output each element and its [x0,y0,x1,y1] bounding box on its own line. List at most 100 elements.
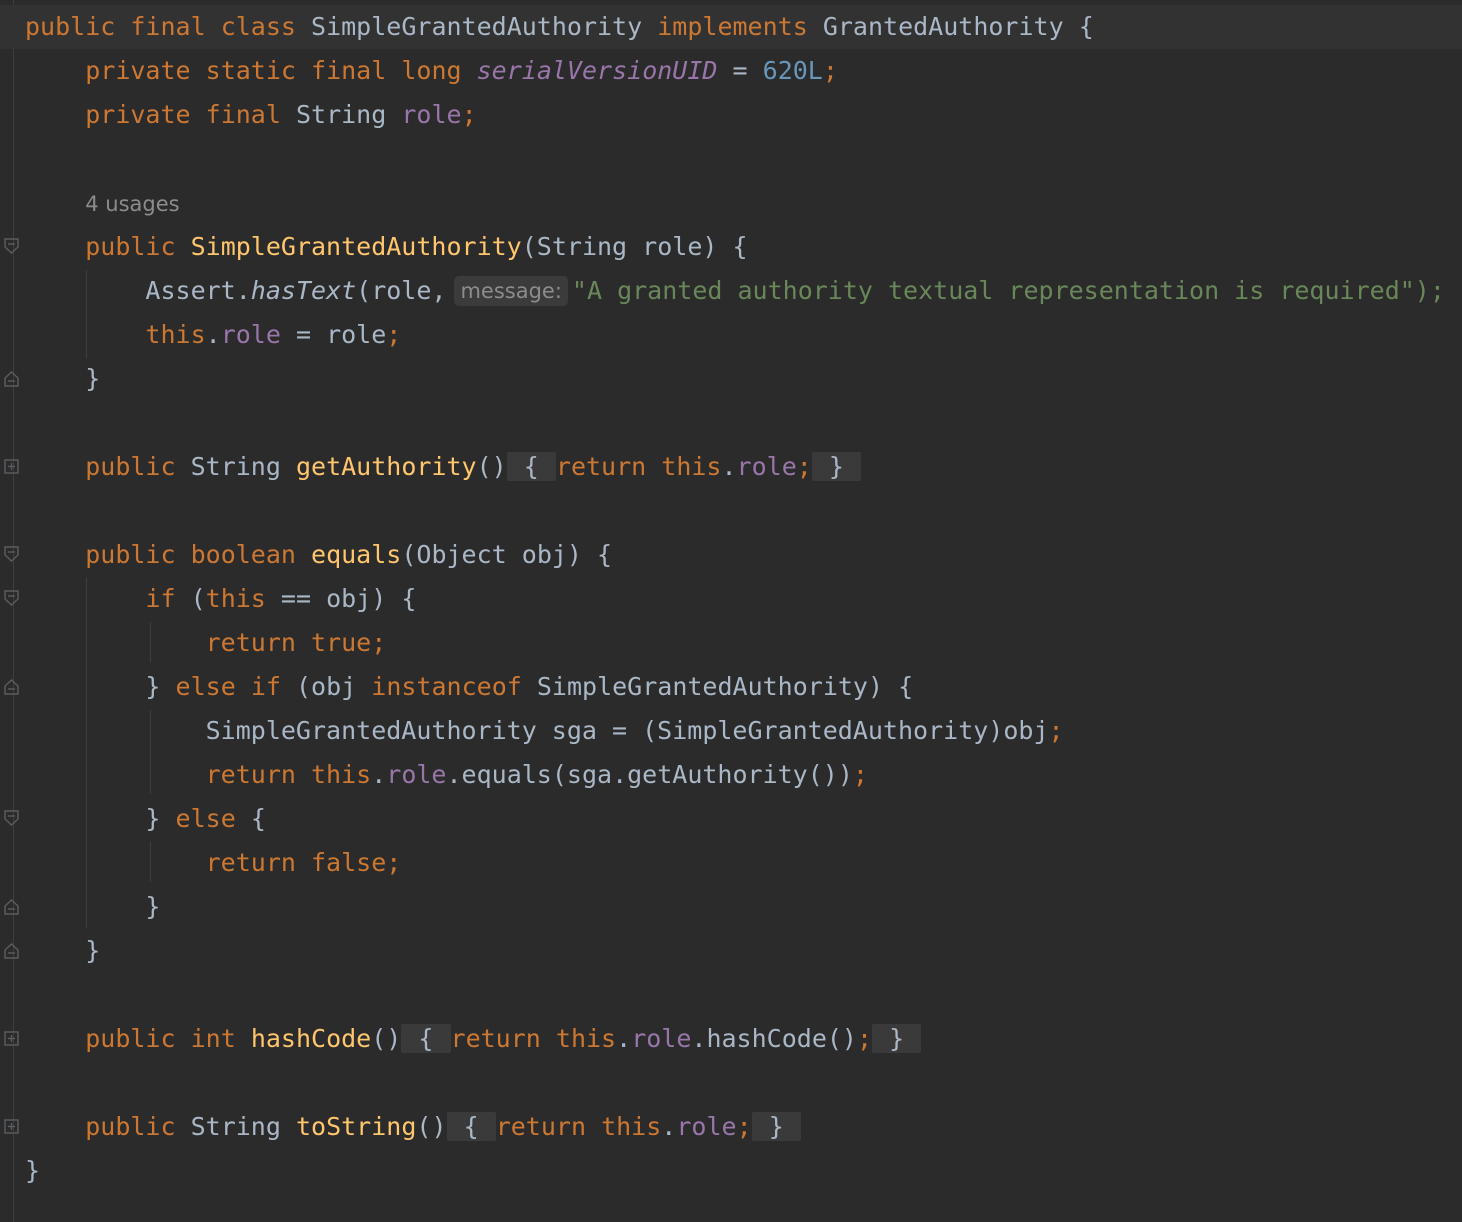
keyword: this [205,584,266,613]
fold-expand-icon[interactable] [4,458,19,475]
keyword: public [85,232,176,261]
keyword: true [311,628,372,657]
code-line[interactable]: private final String role; [0,93,476,137]
number-literal: 620L [762,56,823,85]
fold-collapse-icon[interactable] [4,590,19,607]
semicolon: ; [1048,716,1064,745]
code-line[interactable]: return this.role.equals(sga.getAuthority… [0,753,868,797]
code-line[interactable]: return true; [0,621,387,665]
code-vision-line[interactable]: 4 usages [0,181,179,225]
type-name: String [190,1112,281,1141]
semicolon: ; [822,56,838,85]
class-ref: Assert [145,276,236,305]
fold-collapse-icon[interactable] [4,546,19,563]
string-literal: "A granted authority textual representat… [571,276,1445,305]
usages-hint[interactable]: 4 usages [85,192,179,216]
keyword: false [311,848,387,877]
field-name: role [736,452,797,481]
keyword: this [145,320,206,349]
folded-region-start[interactable]: { [446,1112,496,1141]
field-name: role [220,320,281,349]
keyword: public [85,1024,176,1053]
dot: . [616,1024,632,1053]
brace: } [889,1024,905,1053]
keyword: public [85,1112,176,1141]
code-line[interactable]: private static final long serialVersionU… [0,49,838,93]
fold-collapse-icon[interactable] [4,810,19,827]
method-name: equals [311,540,402,569]
static-method-call: hasText [250,276,357,305]
statement: SimpleGrantedAuthority sga = (SimpleGran… [205,716,1049,745]
expression: SimpleGrantedAuthority) { [536,672,914,701]
keyword: return [555,452,647,481]
keyword: this [601,1112,662,1141]
folded-region-end[interactable]: } [811,452,862,481]
method-name: toString [295,1112,417,1141]
paren: ( [521,232,537,261]
dot: . [205,320,221,349]
code-editor[interactable]: public final class SimpleGrantedAuthorit… [0,0,1462,1222]
field-name: role [676,1112,737,1141]
code-line[interactable]: } [0,885,160,929]
folded-region-end[interactable]: } [872,1024,922,1053]
fold-expand-icon[interactable] [4,1118,19,1135]
brace: { [250,804,266,833]
keyword: final [130,12,206,41]
brace: { [463,1112,479,1141]
semicolon: ; [371,628,387,657]
expression: == obj) { [265,584,417,613]
code-line[interactable]: public String getAuthority() { return th… [0,445,862,489]
brace: { [523,452,539,481]
keyword: this [661,452,722,481]
code-line[interactable]: public int hashCode() { return this.role… [0,1017,922,1061]
interface-name: GrantedAuthority [822,12,1064,41]
semicolon: ; [852,760,868,789]
brace: } [828,452,844,481]
code-line[interactable]: public final class SimpleGrantedAuthorit… [0,5,1462,49]
folded-region-start[interactable]: { [506,452,556,481]
brace: } [145,672,161,701]
fold-end-icon[interactable] [4,678,19,695]
keyword: else [175,672,236,701]
semicolon: ; [386,848,402,877]
field-name: role [631,1024,692,1053]
code-line[interactable]: } [0,1149,60,1193]
code-line[interactable]: this.role = role; [0,313,401,357]
folded-region-end[interactable]: } [751,1112,801,1141]
code-line[interactable]: public boolean equals(Object obj) { [0,533,612,577]
keyword: instanceof [371,672,522,701]
fold-collapse-icon[interactable] [4,238,19,255]
semicolon: ; [856,1024,873,1053]
code-line[interactable]: } else if (obj instanceof SimpleGrantedA… [0,665,913,709]
semicolon: ; [736,1112,752,1141]
code-line[interactable]: } [0,357,100,401]
fold-end-icon[interactable] [4,898,19,915]
type-name: String [295,100,387,129]
assignment: = role [280,320,387,349]
semicolon: ; [796,452,812,481]
fold-expand-icon[interactable] [4,1030,19,1047]
fold-end-icon[interactable] [4,942,19,959]
keyword: public [85,452,176,481]
keyword: final [205,100,281,129]
code-line[interactable]: return false; [0,841,402,885]
fold-end-icon[interactable] [4,370,19,387]
folded-region-start[interactable]: { [401,1024,451,1053]
dot: . [721,452,737,481]
keyword: boolean [190,540,296,569]
code-line[interactable]: public SimpleGrantedAuthority(String rol… [0,225,748,269]
keyword: implements [657,12,808,41]
method-name: getAuthority [295,452,477,481]
code-line[interactable]: } else { [0,797,266,841]
keyword: static [205,56,296,85]
code-line[interactable]: if (this == obj) { [0,577,416,621]
code-line[interactable]: Assert.hasText(role, message: "A granted a… [0,269,1445,313]
semicolon: ; [461,100,477,129]
keyword: private [85,56,191,85]
code-line[interactable]: } [0,929,100,973]
field-name: role [401,100,462,129]
paren: () [416,1112,447,1141]
code-line[interactable]: SimpleGrantedAuthority sga = (SimpleGran… [0,709,1064,753]
code-line[interactable]: public String toString() { return this.r… [0,1105,801,1149]
keyword: else [175,804,236,833]
